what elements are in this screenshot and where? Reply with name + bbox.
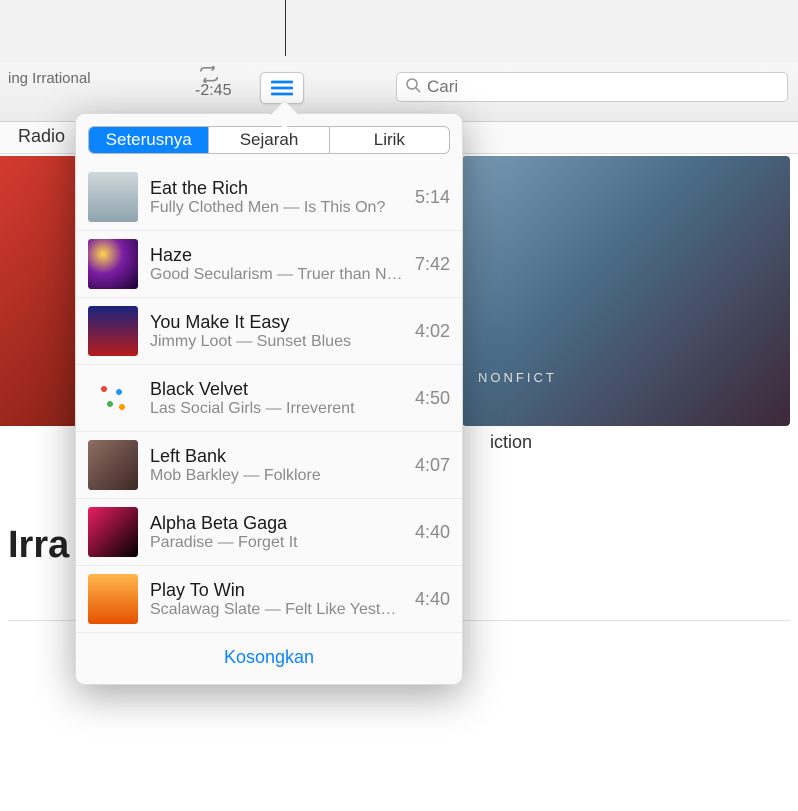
track-meta: Haze Good Secularism — Truer than N… (150, 245, 405, 284)
track-title: Left Bank (150, 446, 405, 467)
album-art-icon (88, 574, 138, 624)
now-playing-subtitle: ing Irrational (8, 70, 91, 87)
album-art-large[interactable] (0, 156, 78, 426)
track-meta: Alpha Beta Gaga Paradise — Forget It (150, 513, 405, 552)
track-subtitle: Fully Clothed Men — Is This On? (150, 199, 405, 217)
queue-item[interactable]: You Make It Easy Jimmy Loot — Sunset Blu… (76, 298, 462, 365)
track-meta: Play To Win Scalawag Slate — Felt Like Y… (150, 580, 405, 619)
album-overlay-text: NONFICT (478, 370, 557, 385)
annotation-line (285, 0, 286, 56)
search-input[interactable] (427, 77, 779, 97)
track-title: You Make It Easy (150, 312, 405, 333)
track-duration: 4:07 (415, 455, 450, 476)
track-title: Black Velvet (150, 379, 405, 400)
track-duration: 7:42 (415, 254, 450, 275)
album-art-icon (88, 373, 138, 423)
tab-lyrics[interactable]: Lirik (330, 127, 449, 153)
tab-radio[interactable]: Radio (18, 126, 65, 153)
search-icon (405, 77, 421, 98)
track-subtitle: Mob Barkley — Folklore (150, 467, 405, 485)
track-title: Alpha Beta Gaga (150, 513, 405, 534)
segmented-control: Seterusnya Sejarah Lirik (88, 126, 450, 154)
queue-list: Eat the Rich Fully Clothed Men — Is This… (76, 164, 462, 633)
track-meta: Black Velvet Las Social Girls — Irrevere… (150, 379, 405, 418)
track-meta: Left Bank Mob Barkley — Folklore (150, 446, 405, 485)
track-subtitle: Good Secularism — Truer than N… (150, 266, 405, 284)
track-duration: 4:40 (415, 522, 450, 543)
tab-history[interactable]: Sejarah (209, 127, 329, 153)
track-title: Haze (150, 245, 405, 266)
track-duration: 4:02 (415, 321, 450, 342)
queue-item[interactable]: Black Velvet Las Social Girls — Irrevere… (76, 365, 462, 432)
track-meta: You Make It Easy Jimmy Loot — Sunset Blu… (150, 312, 405, 351)
track-duration: 4:40 (415, 589, 450, 610)
tab-up-next[interactable]: Seterusnya (89, 127, 209, 153)
queue-item[interactable]: Eat the Rich Fully Clothed Men — Is This… (76, 164, 462, 231)
album-art-icon (88, 239, 138, 289)
queue-item[interactable]: Alpha Beta Gaga Paradise — Forget It 4:4… (76, 499, 462, 566)
clear-queue-button[interactable]: Kosongkan (76, 633, 462, 684)
up-next-popover: Seterusnya Sejarah Lirik Eat the Rich Fu… (75, 113, 463, 685)
track-title: Eat the Rich (150, 178, 405, 199)
track-subtitle: Las Social Girls — Irreverent (150, 400, 405, 418)
section-heading: Irra (8, 524, 69, 567)
up-next-button[interactable] (260, 72, 304, 104)
queue-item[interactable]: Left Bank Mob Barkley — Folklore 4:07 (76, 432, 462, 499)
track-subtitle: Scalawag Slate — Felt Like Yeste… (150, 601, 405, 619)
track-title: Play To Win (150, 580, 405, 601)
album-art-icon (88, 440, 138, 490)
queue-item[interactable]: Play To Win Scalawag Slate — Felt Like Y… (76, 566, 462, 633)
album-title-label: iction (490, 432, 532, 453)
time-remaining: -2:45 (195, 82, 231, 100)
album-art-large[interactable] (462, 156, 790, 426)
track-meta: Eat the Rich Fully Clothed Men — Is This… (150, 178, 405, 217)
search-field[interactable] (396, 72, 788, 102)
track-subtitle: Jimmy Loot — Sunset Blues (150, 333, 405, 351)
album-art-icon (88, 306, 138, 356)
track-duration: 5:14 (415, 187, 450, 208)
track-subtitle: Paradise — Forget It (150, 534, 405, 552)
album-art-icon (88, 172, 138, 222)
queue-item[interactable]: Haze Good Secularism — Truer than N… 7:4… (76, 231, 462, 298)
album-art-icon (88, 507, 138, 557)
track-duration: 4:50 (415, 388, 450, 409)
